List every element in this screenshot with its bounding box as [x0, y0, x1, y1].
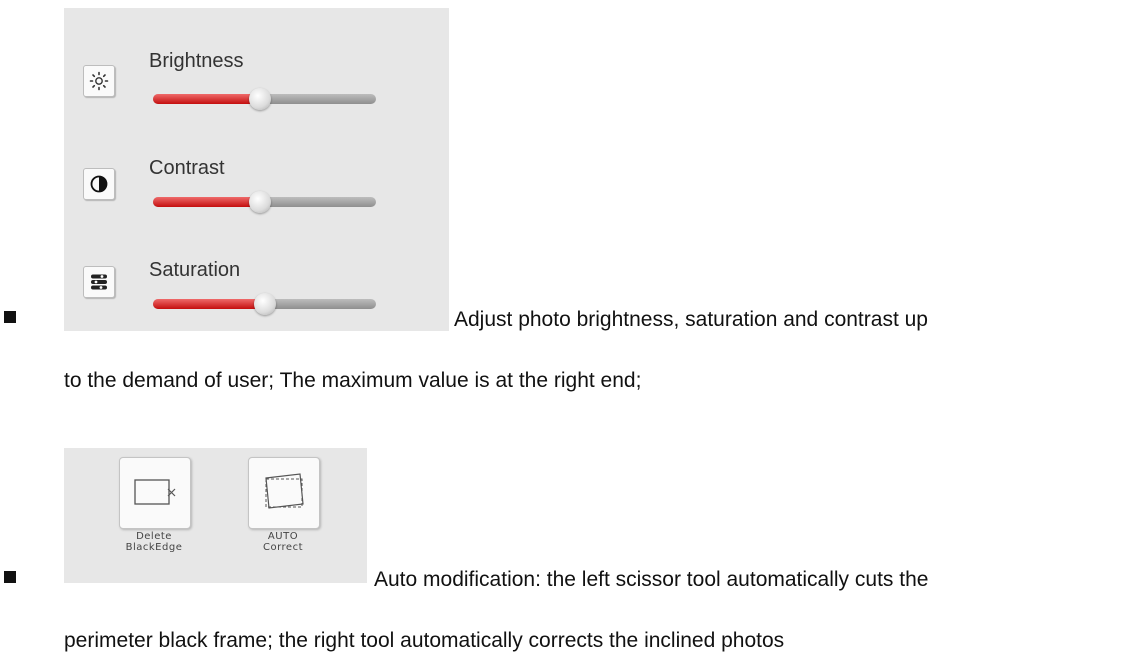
- brightness-button[interactable]: [83, 65, 115, 97]
- delete-black-edge-label: Delete BlackEdge: [125, 531, 183, 553]
- auto-modification-panel: Delete BlackEdge AUTO Correct: [64, 448, 367, 583]
- contrast-row: Contrast: [64, 151, 449, 231]
- auto-correct-button[interactable]: [248, 457, 320, 529]
- saturation-button[interactable]: [83, 266, 115, 298]
- brightness-slider[interactable]: [153, 88, 376, 110]
- delete-black-edge-icon: [134, 479, 176, 505]
- auto-description-line2: perimeter black frame; the right tool au…: [64, 629, 785, 652]
- slider-fill: [153, 299, 265, 309]
- saturation-slider[interactable]: [153, 293, 376, 315]
- slider-fill: [153, 94, 261, 104]
- auto-correct-label: AUTO Correct: [263, 531, 303, 553]
- slider-handle[interactable]: [249, 191, 272, 213]
- saturation-label: Saturation: [149, 259, 241, 281]
- adjust-description-line1: Adjust photo brightness, saturation and …: [454, 308, 928, 331]
- slider-fill: [153, 197, 261, 207]
- brightness-row: Brightness: [64, 48, 449, 128]
- delete-black-edge-button[interactable]: [119, 457, 191, 529]
- slider-handle[interactable]: [253, 293, 276, 315]
- saturation-row: Saturation: [64, 254, 449, 334]
- bullet-marker: [4, 311, 16, 323]
- contrast-icon: [90, 175, 108, 193]
- saturation-icon: [91, 274, 107, 290]
- adjustment-panel: Brightness Contrast Saturation: [64, 8, 449, 331]
- brightness-icon: [89, 71, 109, 91]
- contrast-button[interactable]: [83, 168, 115, 200]
- contrast-slider[interactable]: [153, 191, 376, 213]
- auto-description-line1: Auto modification: the left scissor tool…: [374, 568, 929, 591]
- adjust-description-line2: to the demand of user; The maximum value…: [64, 369, 642, 392]
- slider-handle[interactable]: [249, 88, 272, 110]
- brightness-label: Brightness: [149, 50, 244, 72]
- auto-correct-icon: [265, 473, 304, 509]
- bullet-marker: [4, 571, 16, 583]
- contrast-label: Contrast: [149, 157, 225, 179]
